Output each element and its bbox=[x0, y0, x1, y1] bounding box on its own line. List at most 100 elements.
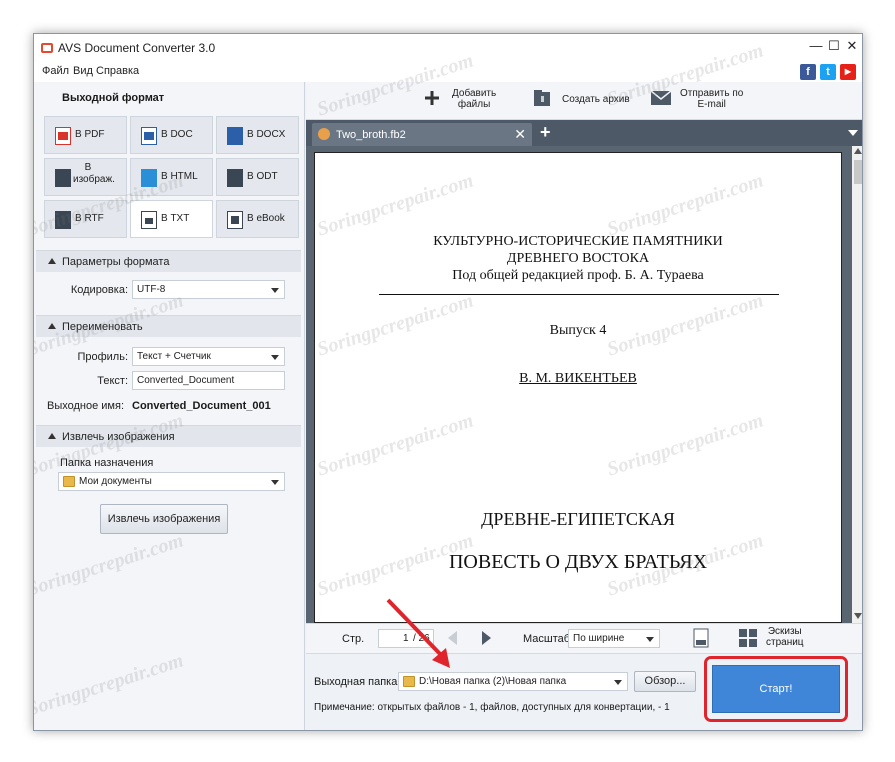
zoom-dropdown[interactable]: По ширине bbox=[568, 629, 660, 648]
format-docx-label: В DOCX bbox=[247, 129, 286, 140]
text-input[interactable] bbox=[133, 372, 284, 389]
format-odt-button[interactable]: В ODT bbox=[216, 158, 299, 196]
twitter-icon[interactable]: t bbox=[820, 64, 836, 80]
dest-folder-dropdown[interactable]: Мои документы bbox=[58, 472, 285, 491]
format-params-header[interactable]: Параметры формата bbox=[36, 250, 301, 272]
doc-rule bbox=[379, 294, 779, 295]
folder-icon bbox=[63, 476, 75, 487]
start-button-highlight bbox=[704, 656, 848, 722]
chevron-down-icon bbox=[271, 480, 279, 485]
encoding-dropdown[interactable]: UTF-8 bbox=[132, 280, 285, 299]
output-folder-label: Выходная папка: bbox=[314, 676, 401, 688]
format-rtf-button[interactable]: В RTF bbox=[44, 200, 127, 238]
menu-view[interactable]: Вид bbox=[73, 65, 93, 77]
dest-folder-value: Мои документы bbox=[79, 476, 152, 487]
rename-title: Переименовать bbox=[62, 321, 143, 333]
format-odt-label: В ODT bbox=[247, 171, 278, 182]
add-files-button[interactable]: Добавить файлы bbox=[424, 86, 524, 116]
chevron-down-icon bbox=[646, 637, 654, 642]
txt-icon bbox=[141, 211, 157, 229]
extract-images-title: Извлечь изображения bbox=[62, 431, 175, 443]
tab-menu-chevron-icon[interactable] bbox=[848, 130, 858, 136]
format-grid: В PDF В DOC В DOCX В изображ. В HTML В O… bbox=[44, 116, 299, 242]
chevron-down-icon bbox=[614, 680, 622, 685]
menu-bar: Файл Вид Справка bbox=[34, 62, 862, 82]
format-doc-button[interactable]: В DOC bbox=[130, 116, 213, 154]
collapse-triangle-icon bbox=[48, 258, 56, 264]
format-txt-button[interactable]: В TXT bbox=[130, 200, 213, 238]
email-icon bbox=[650, 90, 672, 105]
pdf-icon bbox=[55, 127, 71, 145]
app-window: AVS Document Converter 3.0 — ☐ ✕ Файл Ви… bbox=[33, 33, 863, 731]
collapse-triangle-icon bbox=[48, 323, 56, 329]
output-name-label: Выходное имя: bbox=[47, 400, 124, 412]
format-txt-label: В TXT bbox=[161, 213, 190, 224]
collapse-triangle-icon bbox=[48, 433, 56, 439]
archive-icon bbox=[534, 90, 550, 106]
menu-help[interactable]: Справка bbox=[96, 65, 139, 77]
profile-dropdown[interactable]: Текст + Счетчик bbox=[132, 347, 285, 366]
document-tab-bar: Two_broth.fb2 ✕ + bbox=[306, 120, 862, 146]
menu-file[interactable]: Файл bbox=[42, 65, 69, 77]
document-page: КУЛЬТУРНО-ИСТОРИЧЕСКИЕ ПАМЯТНИКИ ДРЕВНЕГ… bbox=[314, 152, 842, 623]
format-ebook-label: В eBook bbox=[247, 213, 285, 224]
title-bar: AVS Document Converter 3.0 — ☐ ✕ bbox=[34, 34, 862, 62]
browse-button[interactable]: Обзор... bbox=[634, 671, 696, 692]
scroll-down-icon[interactable] bbox=[854, 613, 862, 619]
chevron-down-icon bbox=[271, 288, 279, 293]
facebook-icon[interactable]: f bbox=[800, 64, 816, 80]
page-label: Стр. bbox=[342, 633, 365, 645]
document-tab[interactable]: Two_broth.fb2 ✕ bbox=[312, 123, 532, 146]
add-files-label: Добавить файлы bbox=[452, 88, 497, 110]
chevron-down-icon bbox=[271, 355, 279, 360]
close-button[interactable]: ✕ bbox=[844, 38, 860, 54]
encoding-label: Кодировка: bbox=[70, 284, 128, 296]
scroll-thumb[interactable] bbox=[854, 160, 862, 184]
format-doc-label: В DOC bbox=[161, 129, 193, 140]
docx-icon bbox=[227, 127, 243, 145]
send-email-button[interactable]: Отправить по E-mail bbox=[650, 86, 770, 116]
plus-icon bbox=[425, 91, 439, 105]
html-icon bbox=[141, 169, 157, 187]
format-params-title: Параметры формата bbox=[62, 256, 170, 268]
zoom-label: Масштаб bbox=[523, 633, 571, 645]
format-html-button[interactable]: В HTML bbox=[130, 158, 213, 196]
send-email-label: Отправить по E-mail bbox=[680, 88, 744, 110]
youtube-icon[interactable]: ▶ bbox=[840, 64, 856, 80]
output-folder-dropdown[interactable]: D:\Новая папка (2)\Новая папка bbox=[398, 672, 628, 691]
thumbnails-icon[interactable] bbox=[738, 628, 758, 648]
output-folder-value: D:\Новая папка (2)\Новая папка bbox=[419, 676, 567, 687]
single-page-icon[interactable] bbox=[692, 628, 710, 648]
document-scrollbar[interactable] bbox=[852, 146, 862, 623]
format-image-button[interactable]: В изображ. bbox=[44, 158, 127, 196]
format-docx-button[interactable]: В DOCX bbox=[216, 116, 299, 154]
rename-header[interactable]: Переименовать bbox=[36, 315, 301, 337]
extract-images-header[interactable]: Извлечь изображения bbox=[36, 425, 301, 447]
window-title: AVS Document Converter 3.0 bbox=[58, 41, 216, 55]
format-rtf-label: В RTF bbox=[75, 213, 104, 224]
document-preview: КУЛЬТУРНО-ИСТОРИЧЕСКИЕ ПАМЯТНИКИ ДРЕВНЕГ… bbox=[306, 146, 862, 623]
doc-author: В. М. ВИКЕНТЬЕВ bbox=[519, 371, 637, 386]
thumbnails-label[interactable]: Эскизы страниц bbox=[766, 626, 804, 648]
scroll-up-icon[interactable] bbox=[854, 148, 862, 154]
extract-images-button[interactable]: Извлечь изображения bbox=[100, 504, 228, 534]
next-page-arrow-icon[interactable] bbox=[482, 631, 491, 645]
doc-line-1: КУЛЬТУРНО-ИСТОРИЧЕСКИЕ ПАМЯТНИКИ bbox=[433, 234, 723, 249]
format-pdf-button[interactable]: В PDF bbox=[44, 116, 127, 154]
doc-heading-2: ПОВЕСТЬ О ДВУХ БРАТЬЯХ bbox=[448, 551, 708, 573]
format-ebook-button[interactable]: В eBook bbox=[216, 200, 299, 238]
add-tab-button[interactable]: + bbox=[540, 122, 551, 143]
left-panel: Выходной формат В PDF В DOC В DOCX В изо… bbox=[34, 82, 305, 730]
maximize-button[interactable]: ☐ bbox=[826, 38, 842, 54]
ebook-icon bbox=[227, 211, 243, 229]
zoom-value: По ширине bbox=[573, 633, 625, 644]
doc-issue: Выпуск 4 bbox=[549, 323, 607, 338]
encoding-value: UTF-8 bbox=[137, 284, 166, 295]
create-archive-button[interactable]: Создать архив bbox=[532, 86, 636, 116]
minimize-button[interactable]: — bbox=[808, 38, 824, 54]
dest-folder-label: Папка назначения bbox=[60, 457, 154, 469]
doc-line-3: Под общей редакцией проф. Б. А. Тураева bbox=[452, 268, 704, 283]
close-tab-icon[interactable]: ✕ bbox=[514, 126, 526, 143]
odt-icon bbox=[227, 169, 243, 187]
text-field[interactable] bbox=[132, 371, 285, 390]
